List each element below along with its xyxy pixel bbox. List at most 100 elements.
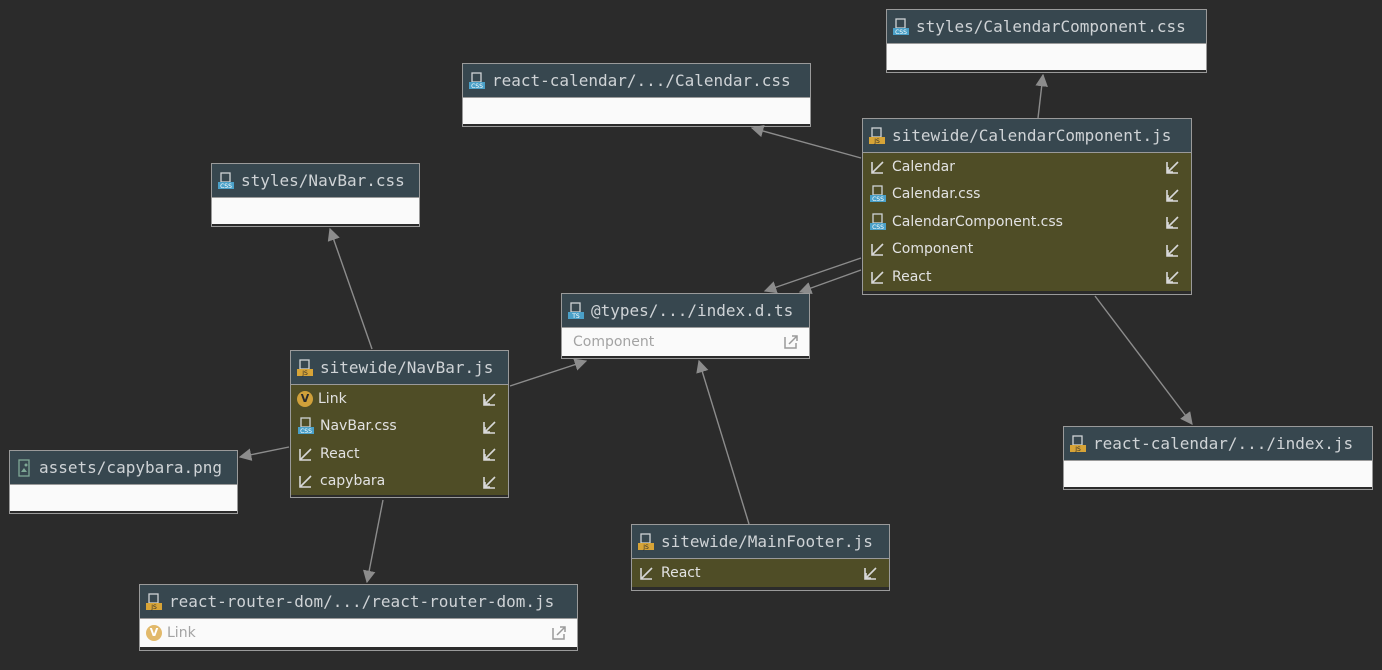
node-header[interactable]: assets/capybara.png: [10, 451, 237, 485]
edge-navbarjs-to-navbarcss: [327, 227, 373, 350]
navigate-in-icon[interactable]: [1165, 214, 1181, 230]
member-row-component[interactable]: Component: [863, 236, 1191, 264]
node-header[interactable]: CSS styles/NavBar.css: [212, 164, 419, 198]
node-title: react-router-dom/.../react-router-dom.js: [169, 592, 555, 611]
js-file-icon: JS: [145, 592, 163, 611]
navigate-out-icon[interactable]: [551, 625, 567, 641]
css-file-icon: CSS: [468, 71, 486, 90]
js-file-icon: JS: [296, 358, 314, 377]
navigate-in-icon[interactable]: [863, 565, 879, 581]
node-types-index[interactable]: TS @types/.../index.d.ts Component: [561, 293, 810, 359]
member-row-calendarcomponent-css[interactable]: CSS CalendarComponent.css: [863, 208, 1191, 236]
node-navbar-js[interactable]: JS sitewide/NavBar.js V Link CSS NavBar.…: [290, 350, 509, 498]
image-file-icon: [15, 458, 33, 477]
node-body: [463, 98, 810, 124]
node-header[interactable]: JS sitewide/CalendarComponent.js: [863, 119, 1191, 153]
member-label: React: [661, 564, 701, 581]
member-label: Calendar.css: [892, 186, 981, 203]
svg-text:CSS: CSS: [872, 224, 884, 231]
member-row-calendar[interactable]: Calendar: [863, 153, 1191, 181]
node-body: React: [632, 559, 889, 587]
js-file-icon: JS: [1069, 434, 1087, 453]
node-header[interactable]: CSS react-calendar/.../Calendar.css: [463, 64, 810, 98]
node-header[interactable]: CSS styles/CalendarComponent.css: [887, 10, 1206, 44]
node-header[interactable]: JS sitewide/MainFooter.js: [632, 525, 889, 559]
member-label: Component: [573, 333, 655, 350]
node-title: sitewide/MainFooter.js: [661, 532, 873, 551]
node-body: V Link: [140, 619, 577, 647]
css-file-icon: CSS: [217, 171, 235, 190]
svg-text:JS: JS: [642, 544, 649, 551]
edge-calendarjs-to-reactcalendarindex: [1094, 295, 1193, 426]
node-main-footer-js[interactable]: JS sitewide/MainFooter.js React: [631, 524, 890, 591]
edge-navbarjs-to-capybara: [238, 446, 290, 461]
css-file-icon: CSS: [892, 17, 910, 36]
node-body: [887, 44, 1206, 70]
node-react-calendar-css[interactable]: CSS react-calendar/.../Calendar.css: [462, 63, 811, 127]
js-file-icon: JS: [868, 126, 886, 145]
member-label: React: [320, 445, 360, 462]
node-header[interactable]: JS react-router-dom/.../react-router-dom…: [140, 585, 577, 619]
edge-navbarjs-to-reactrouterdom: [362, 499, 384, 584]
node-header[interactable]: JS sitewide/NavBar.js: [291, 351, 508, 385]
node-navbar-css[interactable]: CSS styles/NavBar.css: [211, 163, 420, 227]
navigate-out-icon[interactable]: [783, 334, 799, 350]
svg-text:JS: JS: [301, 370, 308, 377]
navigate-in-icon[interactable]: [482, 446, 498, 462]
node-calendar-component-js[interactable]: JS sitewide/CalendarComponent.js Calenda…: [862, 118, 1192, 295]
import-arrow-icon: [638, 564, 656, 582]
member-label: Link: [167, 624, 196, 641]
svg-text:CSS: CSS: [872, 196, 884, 203]
css-file-icon: CSS: [869, 185, 887, 203]
member-row-calendar-css[interactable]: CSS Calendar.css: [863, 181, 1191, 209]
svg-text:CSS: CSS: [471, 83, 483, 90]
member-row-navbar-css[interactable]: CSS NavBar.css: [291, 413, 508, 441]
node-body: [212, 198, 419, 224]
node-header[interactable]: JS react-calendar/.../index.js: [1064, 427, 1372, 461]
node-body: V Link CSS NavBar.css React capybara: [291, 385, 508, 495]
member-row-link[interactable]: V Link: [140, 619, 577, 647]
member-label: React: [892, 268, 932, 285]
edge-calendarjs-to-calendarcss: [750, 124, 862, 159]
member-label: NavBar.css: [320, 418, 397, 435]
member-label: CalendarComponent.css: [892, 213, 1063, 230]
member-row-link[interactable]: V Link: [291, 385, 508, 413]
svg-text:JS: JS: [1074, 446, 1081, 453]
ts-file-icon: TS: [567, 301, 585, 320]
member-row-capybara[interactable]: capybara: [291, 468, 508, 496]
node-title: react-calendar/.../index.js: [1093, 434, 1354, 453]
edge-calendarjs-to-calendarcomponentcss: [1035, 73, 1048, 119]
node-title: styles/NavBar.css: [241, 171, 405, 190]
member-label: Calendar: [892, 158, 955, 175]
node-body: [10, 485, 237, 511]
node-calendar-component-css[interactable]: CSS styles/CalendarComponent.css: [886, 9, 1207, 73]
node-title: styles/CalendarComponent.css: [916, 17, 1186, 36]
navigate-in-icon[interactable]: [1165, 159, 1181, 175]
import-arrow-icon: [869, 268, 887, 286]
navigate-in-icon[interactable]: [482, 419, 498, 435]
member-row-component[interactable]: Component: [562, 328, 809, 356]
node-header[interactable]: TS @types/.../index.d.ts: [562, 294, 809, 328]
member-row-react[interactable]: React: [632, 559, 889, 587]
member-row-react[interactable]: React: [863, 263, 1191, 291]
navigate-in-icon[interactable]: [1165, 242, 1181, 258]
member-row-react[interactable]: React: [291, 440, 508, 468]
js-file-icon: JS: [637, 532, 655, 551]
node-title: react-calendar/.../Calendar.css: [492, 71, 791, 90]
edge-calendarjs-to-types-2: [798, 269, 862, 295]
node-title: assets/capybara.png: [39, 458, 223, 477]
edge-mainfooter-to-types: [696, 359, 750, 525]
import-arrow-icon: [869, 240, 887, 258]
node-capybara-png[interactable]: assets/capybara.png: [9, 450, 238, 514]
navigate-in-icon[interactable]: [482, 474, 498, 490]
node-react-router-dom[interactable]: JS react-router-dom/.../react-router-dom…: [139, 584, 578, 651]
node-body: Component: [562, 328, 809, 356]
node-react-calendar-index[interactable]: JS react-calendar/.../index.js: [1063, 426, 1373, 490]
member-label: Link: [318, 390, 347, 407]
navigate-in-icon[interactable]: [1165, 269, 1181, 285]
import-arrow-icon: [297, 472, 315, 490]
navigate-in-icon[interactable]: [1165, 187, 1181, 203]
navigate-in-icon[interactable]: [482, 391, 498, 407]
svg-text:JS: JS: [873, 138, 880, 145]
node-title: @types/.../index.d.ts: [591, 301, 794, 320]
